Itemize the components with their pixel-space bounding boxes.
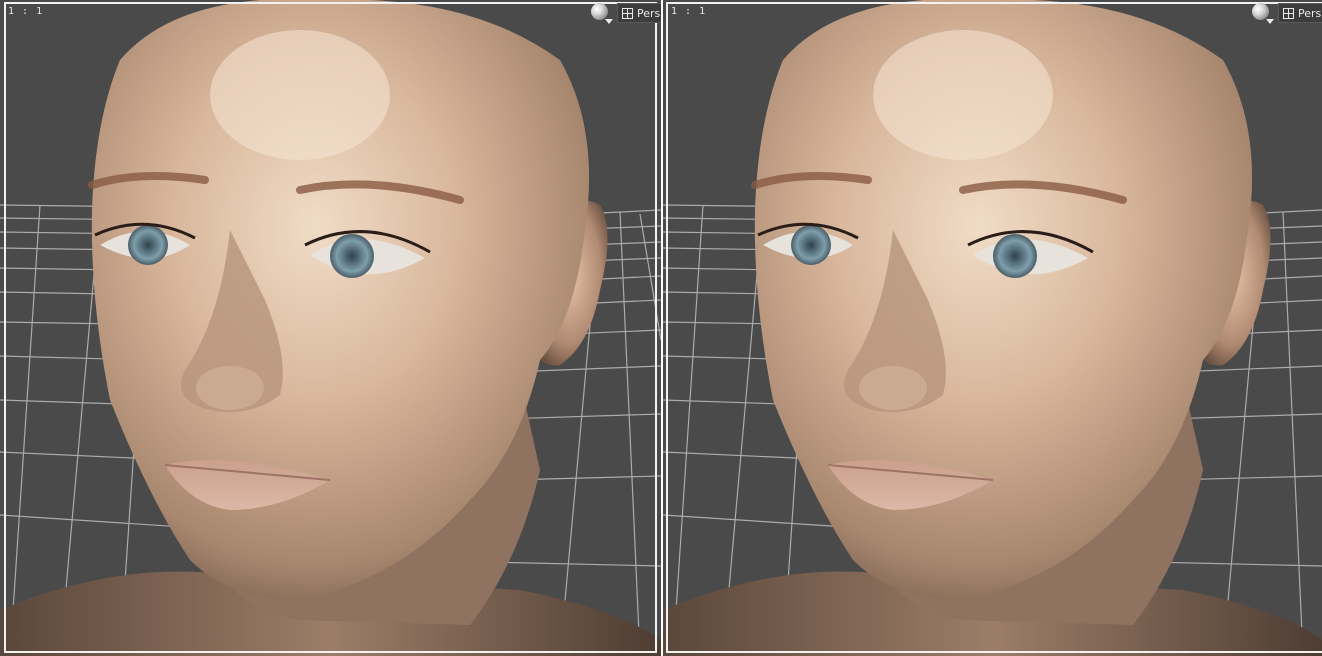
viewport-row: 1 : 1 Perspective [0,0,1322,656]
caret-down-icon [605,19,613,24]
iris-right [330,234,374,278]
viewport-toolbar: Perspective [1250,2,1322,24]
camera-select-button[interactable]: Perspective [1278,3,1322,23]
ratio-label: 1 : 1 [671,6,707,17]
sphere-shading-icon [591,3,608,20]
iris-right [993,234,1037,278]
scene-render-right[interactable] [663,0,1322,656]
shading-mode-button[interactable] [1250,2,1274,24]
camera-label: Perspective [637,6,661,20]
forehead-highlight [210,30,390,160]
grid-icon [1283,7,1294,19]
viewport-left[interactable]: 1 : 1 Perspective [0,0,661,656]
forehead-highlight [873,30,1053,160]
sphere-shading-icon [1252,3,1269,20]
shading-mode-button[interactable] [589,2,613,24]
caret-down-icon [1266,19,1274,24]
viewport-right[interactable]: 1 : 1 Perspective [663,0,1322,656]
camera-select-button[interactable]: Perspective [617,3,661,23]
ratio-label: 1 : 1 [8,6,44,17]
iris-left [128,225,168,265]
iris-left [791,225,831,265]
grid-icon [622,7,633,19]
scene-render-left[interactable] [0,0,661,656]
viewport-toolbar: Perspective [589,2,661,24]
camera-label: Perspective [1298,6,1322,20]
